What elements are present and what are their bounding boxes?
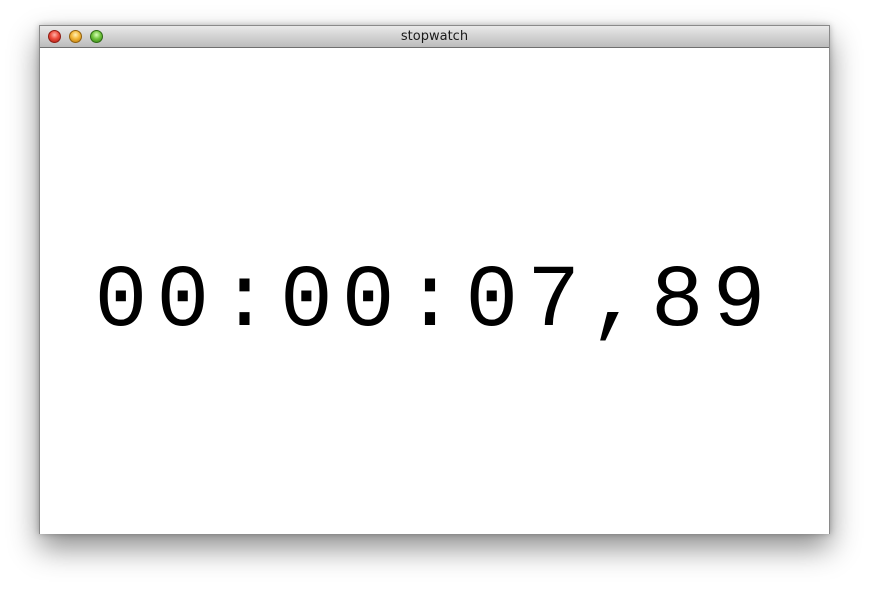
desktop: stopwatch 00:00:07,89: [0, 0, 870, 589]
window-title: stopwatch: [400, 29, 469, 44]
title-bar[interactable]: stopwatch: [40, 26, 829, 48]
stopwatch-window: stopwatch 00:00:07,89: [39, 25, 830, 534]
content-area: 00:00:07,89: [40, 48, 829, 534]
elapsed-time-display: 00:00:07,89: [94, 253, 775, 352]
